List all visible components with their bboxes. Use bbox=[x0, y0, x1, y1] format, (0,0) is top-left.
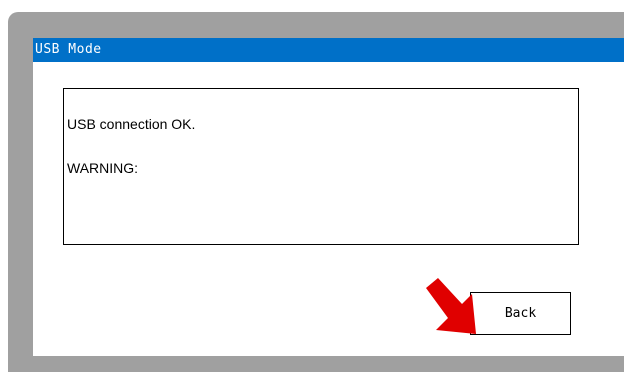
status-message: USB connection OK. bbox=[67, 116, 196, 132]
dialog-title: USB Mode bbox=[33, 38, 624, 62]
back-button[interactable]: Back bbox=[470, 292, 571, 335]
usb-mode-dialog: USB Mode USB connection OK. WARNING: Bac… bbox=[33, 38, 624, 356]
red-arrow-icon bbox=[426, 278, 476, 334]
message-box: USB connection OK. WARNING: bbox=[63, 88, 579, 245]
warning-label: WARNING: bbox=[67, 160, 139, 176]
